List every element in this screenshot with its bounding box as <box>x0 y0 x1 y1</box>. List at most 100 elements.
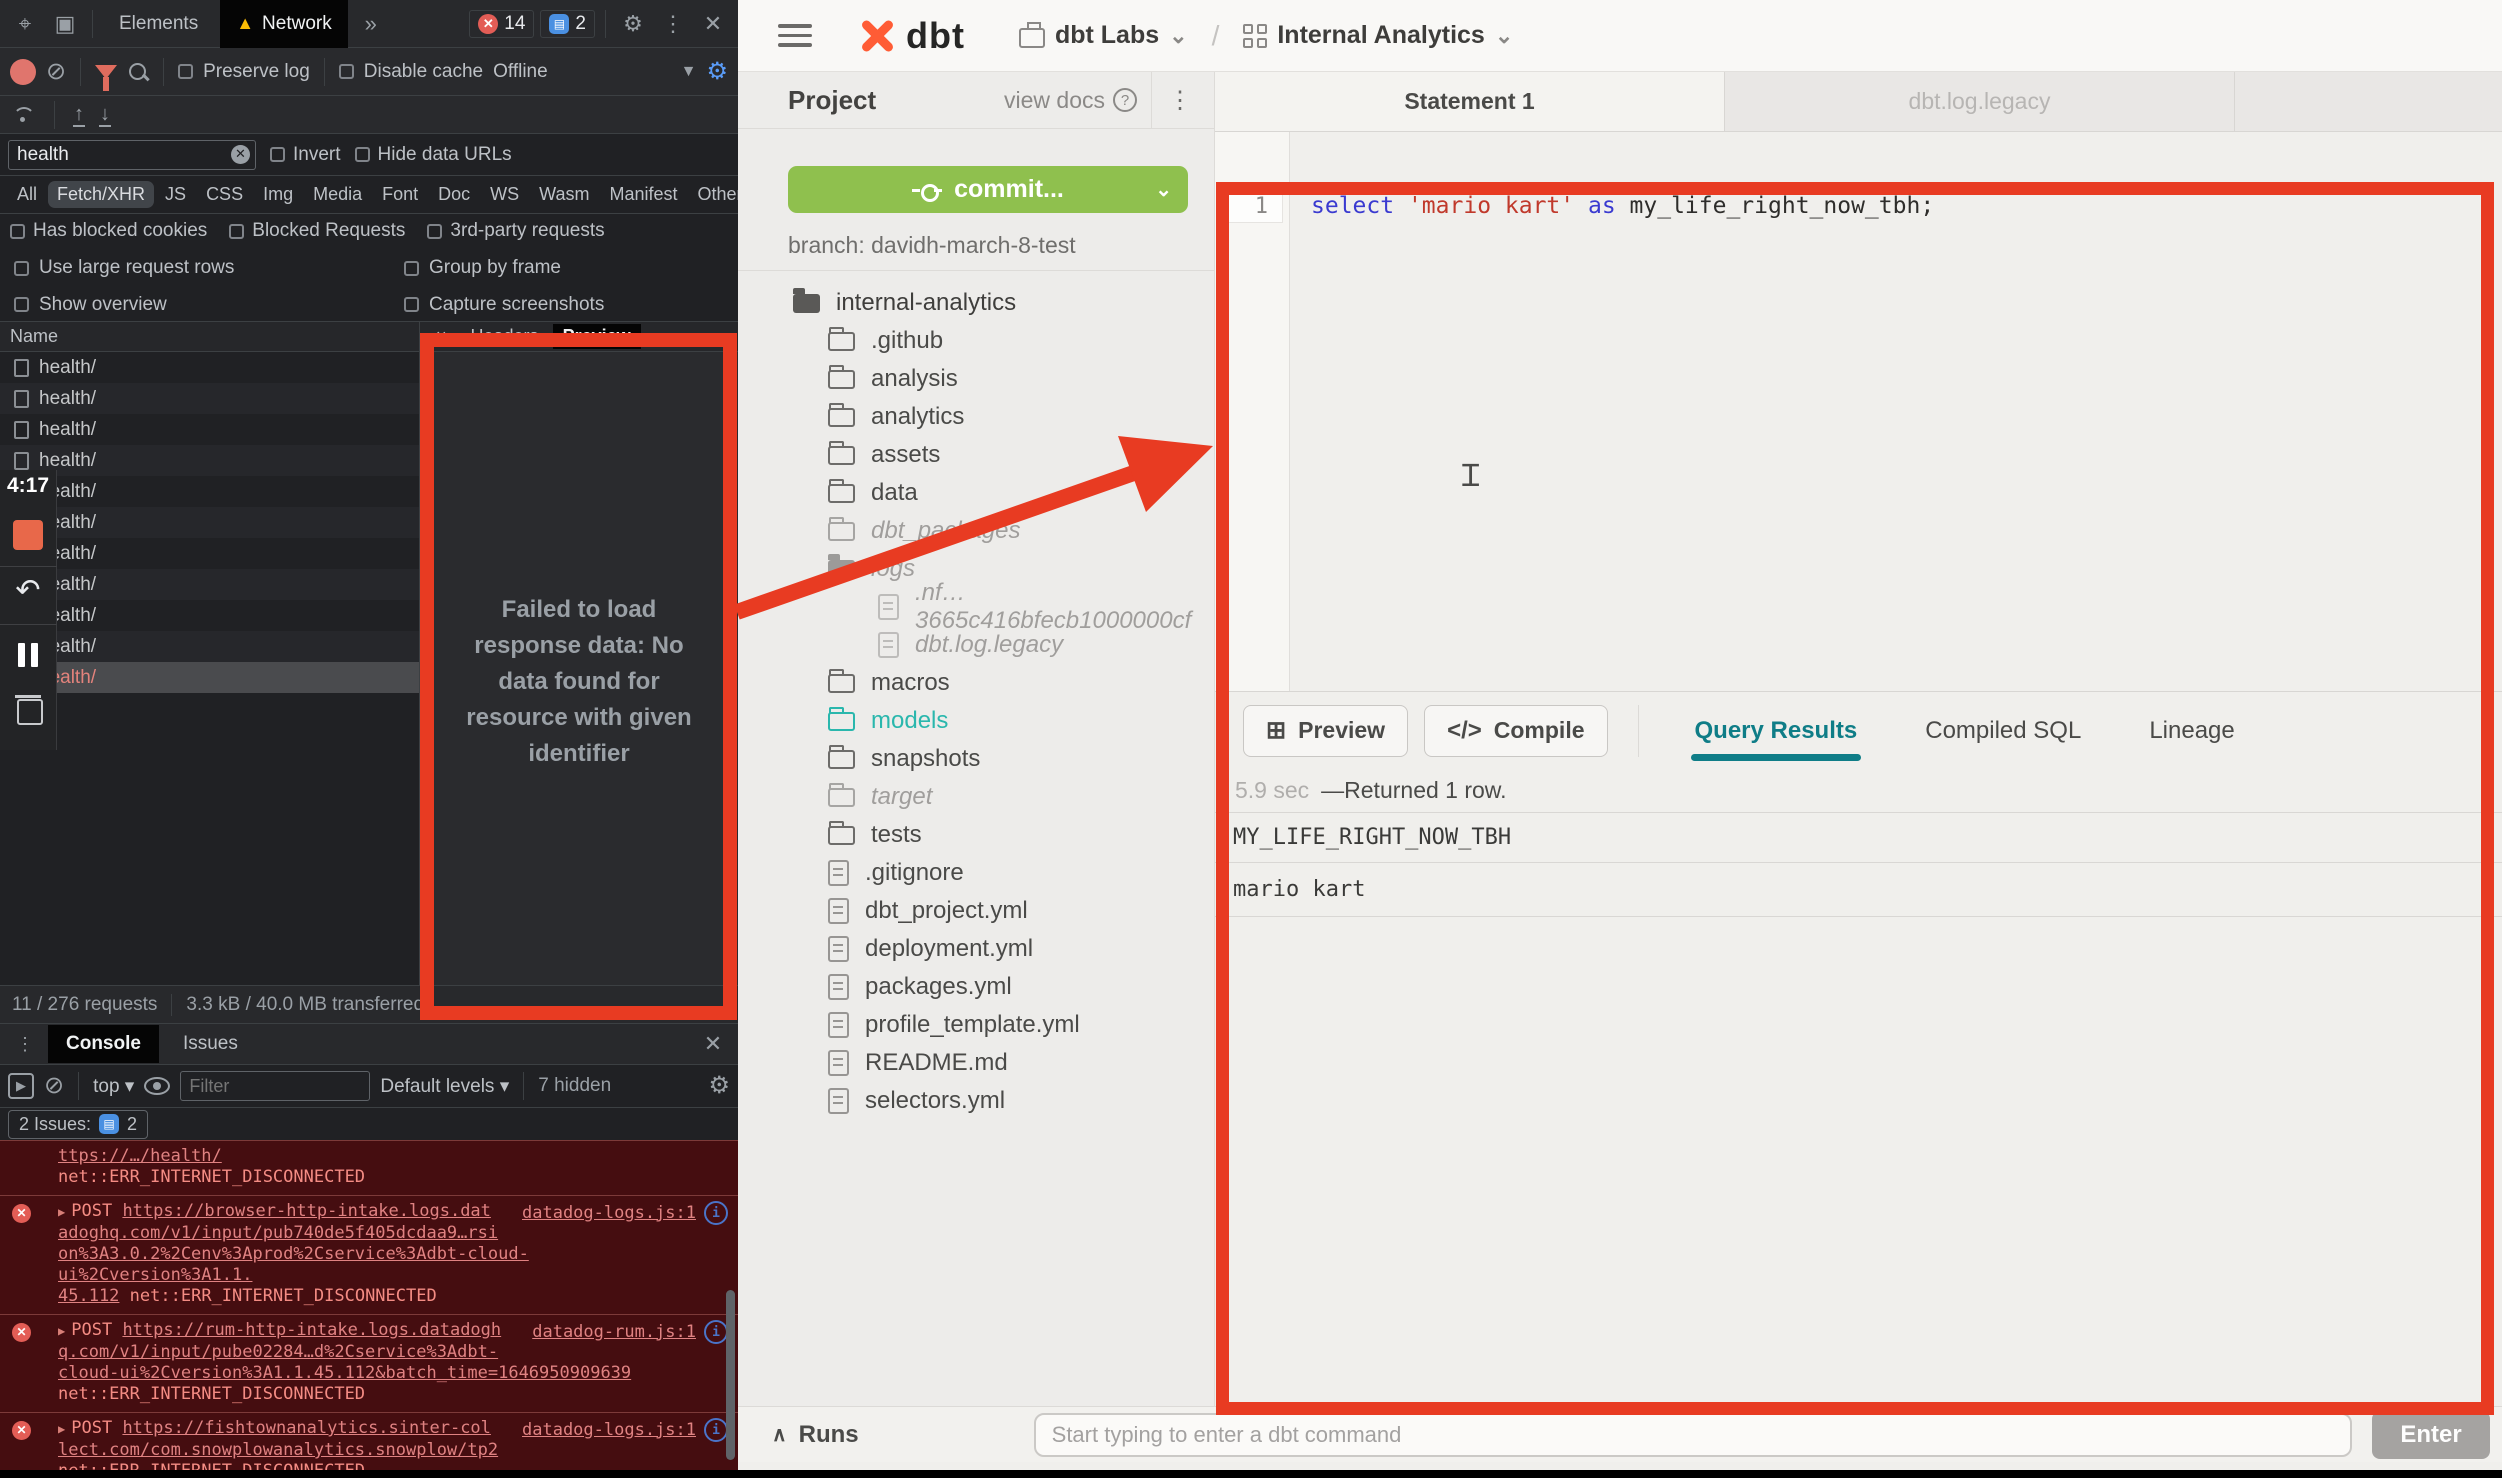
network-request-row[interactable]: health/ <box>0 414 419 445</box>
tab-elements[interactable]: Elements <box>103 0 214 48</box>
enter-button[interactable]: Enter <box>2372 1411 2490 1459</box>
tree-item[interactable]: selectors.yml <box>738 1082 1214 1120</box>
error-source[interactable]: datadog-logs.js:1 i <box>522 1201 728 1225</box>
network-request-row[interactable]: health/ <box>0 476 419 507</box>
error-link[interactable]: ttps://…/health/ <box>58 1146 222 1166</box>
preview-button[interactable]: ⊞ Preview <box>1243 705 1408 757</box>
type-filter-chip[interactable]: Manifest <box>601 181 687 208</box>
type-filter-chip[interactable]: CSS <box>197 181 252 208</box>
tree-item[interactable]: deployment.yml <box>738 930 1214 968</box>
tab-console[interactable]: Console <box>48 1025 159 1063</box>
dbt-command-input[interactable] <box>1034 1413 2352 1457</box>
sql-code-line[interactable]: select 'mario kart' as my_life_right_now… <box>1311 193 1934 219</box>
delete-recording-icon[interactable] <box>15 693 41 721</box>
tab-compiled-sql[interactable]: Compiled SQL <box>1899 692 2107 769</box>
flag-filter[interactable]: Blocked Requests <box>229 220 405 242</box>
network-request-row[interactable]: health/ <box>0 631 419 662</box>
commit-button[interactable]: commit... ⌄ <box>788 166 1188 213</box>
type-filter-chip[interactable]: JS <box>156 181 195 208</box>
network-settings-gear-icon[interactable]: ⚙ <box>706 60 728 84</box>
network-request-row[interactable]: health/ <box>0 600 419 631</box>
import-har-icon[interactable]: ↑ <box>73 103 85 127</box>
tree-item[interactable]: models <box>738 702 1214 740</box>
group-by-frame-checkbox[interactable] <box>404 261 419 276</box>
type-filter-chip[interactable]: Img <box>254 181 302 208</box>
type-filter-chip[interactable]: Fetch/XHR <box>48 181 154 208</box>
invert-checkbox[interactable] <box>270 147 285 162</box>
tree-item[interactable]: dbt_project.yml <box>738 892 1214 930</box>
tree-item[interactable]: profile_template.yml <box>738 1006 1214 1044</box>
search-icon[interactable] <box>127 61 149 83</box>
project-switcher[interactable]: Internal Analytics ⌄ <box>1243 21 1513 50</box>
close-drawer-icon[interactable]: ✕ <box>696 1027 730 1061</box>
context-select[interactable]: top ▾ <box>93 1075 134 1098</box>
live-expression-eye-icon[interactable] <box>144 1077 170 1095</box>
compile-button[interactable]: </> Compile <box>1424 705 1607 757</box>
network-request-row[interactable]: health/ <box>0 507 419 538</box>
network-request-row[interactable]: health/ <box>0 352 419 383</box>
flag-checkbox[interactable] <box>427 224 442 239</box>
network-filter-input[interactable] <box>8 140 256 170</box>
expand-triangle-icon[interactable]: ▶ <box>58 1324 65 1338</box>
error-link[interactable]: https://rum-http-intake.logs.datadogh <box>122 1320 501 1340</box>
hide-data-urls[interactable]: Hide data URLs <box>355 144 512 166</box>
network-request-row[interactable]: health/ <box>0 383 419 414</box>
network-request-row[interactable]: health/ <box>0 569 419 600</box>
more-tabs-icon[interactable]: » <box>354 7 388 41</box>
settings-gear-icon[interactable]: ⚙ <box>616 7 650 41</box>
console-settings-gear-icon[interactable]: ⚙ <box>708 1074 730 1098</box>
console-error[interactable]: ttps://…/health/ net::ERR_INTERNET_DISCO… <box>0 1140 738 1195</box>
tab-network[interactable]: ▲Network <box>220 0 348 48</box>
tree-item[interactable]: snapshots <box>738 740 1214 778</box>
pause-recording-button[interactable] <box>18 643 38 667</box>
restart-recording-icon[interactable]: ↶ <box>15 573 40 608</box>
flag-filter[interactable]: 3rd-party requests <box>427 220 604 242</box>
flag-checkbox[interactable] <box>10 224 25 239</box>
console-context-icon[interactable]: ▶ <box>8 1073 34 1099</box>
throttle-dropdown-icon[interactable]: ▼ <box>681 64 697 80</box>
issues-count-badge[interactable]: ▤ 2 <box>540 10 595 38</box>
network-request-row[interactable]: health/ <box>0 445 419 476</box>
error-link[interactable]: https://fishtownanalytics.sinter-col <box>122 1418 490 1438</box>
record-network-icon[interactable] <box>10 59 36 85</box>
flag-filter[interactable]: Has blocked cookies <box>10 220 207 242</box>
console-error[interactable]: ✕ ▶POST https://rum-http-intake.logs.dat… <box>0 1314 738 1412</box>
large-rows-checkbox[interactable] <box>14 261 29 276</box>
preserve-log-checkbox[interactable] <box>178 64 193 79</box>
tab-query-results[interactable]: Query Results <box>1669 692 1884 769</box>
tree-item[interactable]: macros <box>738 664 1214 702</box>
console-scrollbar[interactable] <box>726 1290 735 1460</box>
close-detail-icon[interactable]: × <box>426 324 457 349</box>
type-filter-chip[interactable]: WS <box>481 181 528 208</box>
invert-filter[interactable]: Invert <box>270 144 341 166</box>
tab-lineage[interactable]: Lineage <box>2123 692 2260 769</box>
expand-triangle-icon[interactable]: ▶ <box>58 1422 65 1436</box>
tree-item[interactable]: target <box>738 778 1214 816</box>
type-filter-chip[interactable]: Wasm <box>530 181 598 208</box>
tab-statement-1[interactable]: Statement 1 <box>1215 72 1725 131</box>
tree-item[interactable]: dbt_packages <box>738 512 1214 550</box>
clear-filter-icon[interactable]: ✕ <box>231 145 250 164</box>
network-conditions-icon[interactable] <box>10 105 36 125</box>
dbt-logo[interactable]: dbt <box>858 15 965 57</box>
error-count-badge[interactable]: ✕ 14 <box>469 10 534 38</box>
expand-triangle-icon[interactable]: ▶ <box>58 1205 65 1219</box>
tree-item[interactable]: .gitignore <box>738 854 1214 892</box>
tree-item[interactable]: tests <box>738 816 1214 854</box>
name-column-header[interactable]: Name <box>0 322 420 351</box>
throttling-select[interactable]: Offline <box>493 61 548 83</box>
flag-checkbox[interactable] <box>229 224 244 239</box>
tab-headers[interactable]: Headers <box>461 324 549 349</box>
stop-recording-button[interactable] <box>13 520 43 550</box>
tree-item[interactable]: analysis <box>738 360 1214 398</box>
capture-screenshots-checkbox[interactable] <box>404 297 419 312</box>
tree-item[interactable]: internal-analytics <box>738 284 1214 322</box>
issues-chip[interactable]: 2 Issues: ▤ 2 <box>8 1110 148 1139</box>
clear-network-icon[interactable]: ⊘ <box>46 60 66 84</box>
account-switcher[interactable]: dbt Labs ⌄ <box>1019 21 1188 50</box>
drawer-kebab-icon[interactable]: ⋮ <box>8 1027 42 1061</box>
tree-item[interactable]: README.md <box>738 1044 1214 1082</box>
view-docs-link[interactable]: view docs ? <box>1004 87 1137 114</box>
error-source[interactable]: datadog-rum.js:1 i <box>532 1320 728 1344</box>
commit-dropdown-icon[interactable]: ⌄ <box>1155 177 1172 202</box>
